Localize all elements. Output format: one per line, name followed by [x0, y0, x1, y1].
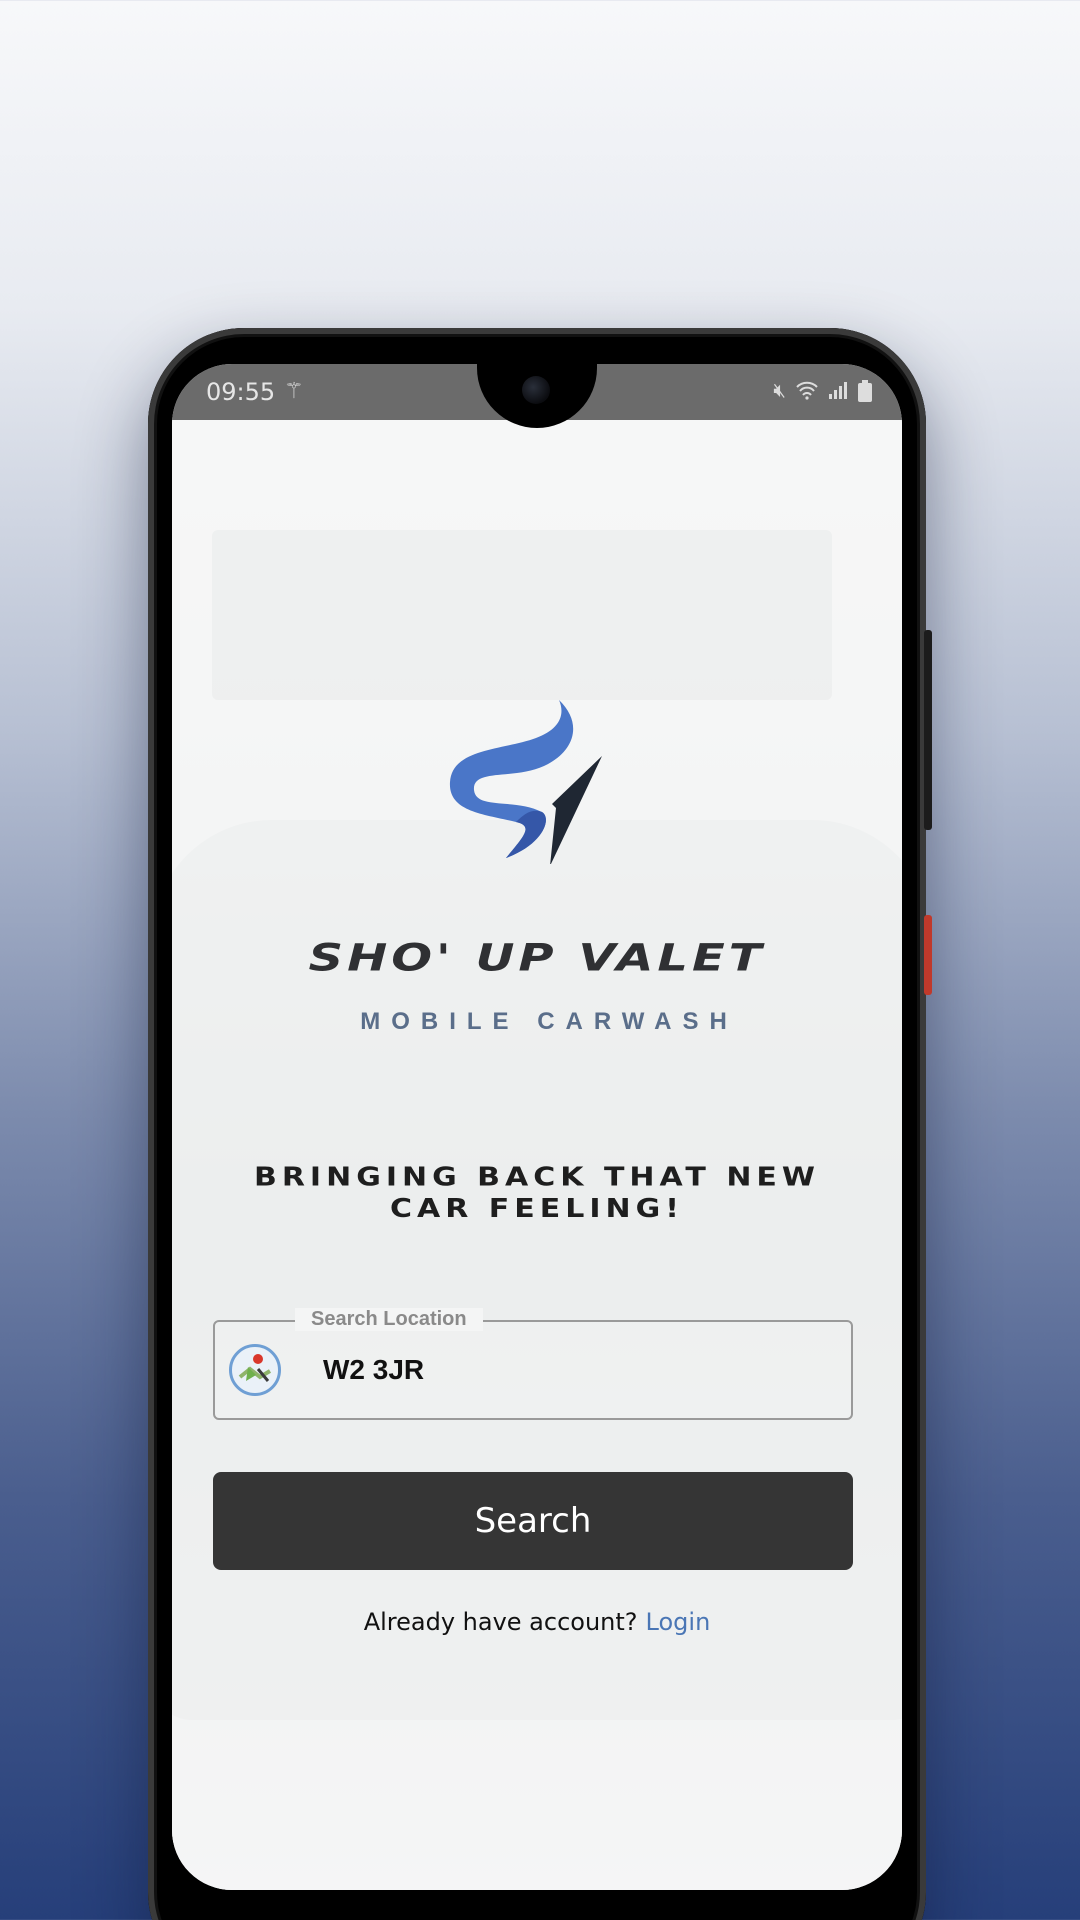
- wifi-icon: [796, 380, 818, 408]
- phone-side-button: [924, 630, 932, 830]
- search-location-input[interactable]: W2 3JR: [323, 1354, 424, 1386]
- battery-icon: [858, 380, 872, 408]
- tagline: BRINGING BACK THAT NEW CAR FEELING!: [253, 1162, 821, 1224]
- brand-name: SHO' UP VALET: [308, 936, 766, 980]
- login-link[interactable]: Login: [646, 1608, 711, 1636]
- map-location-icon: [229, 1344, 281, 1396]
- magic-wand-icon: ⚚: [284, 378, 304, 403]
- status-time: 09:55: [206, 378, 276, 406]
- search-location-field[interactable]: Search Location W2 3JR: [213, 1308, 853, 1420]
- account-prompt-text: Already have account?: [363, 1608, 638, 1636]
- app-screen: 09:55 ⚚ 🔇︎ SHO' UP VALET MOBILE CARWASH …: [172, 364, 902, 1890]
- brand-subtitle: MOBILE CARWASH: [360, 1008, 738, 1035]
- signal-icon: [828, 380, 848, 408]
- phone-side-button-accent: [924, 915, 932, 995]
- brand-logo-icon: [449, 700, 602, 864]
- account-prompt-row: Already have account? Login: [172, 1608, 902, 1636]
- search-location-label: Search Location: [295, 1308, 483, 1331]
- status-icons: 🔇︎: [773, 380, 872, 408]
- front-camera: [522, 376, 550, 404]
- mute-icon: 🔇︎: [773, 380, 786, 402]
- search-button[interactable]: Search: [213, 1472, 853, 1570]
